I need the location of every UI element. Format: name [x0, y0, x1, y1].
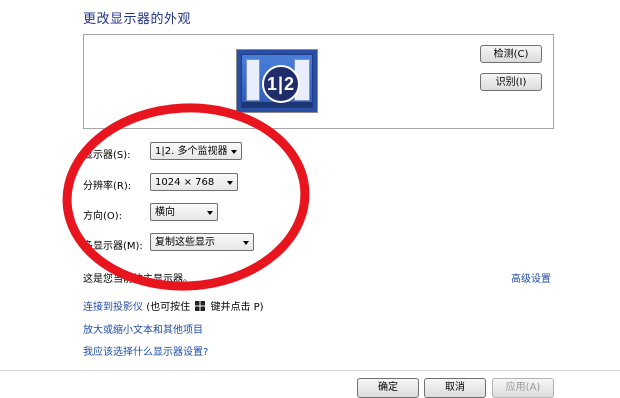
ok-button[interactable]: 确定	[357, 378, 419, 398]
identify-button[interactable]: 识别(I)	[480, 73, 542, 91]
orientation-select[interactable]: 横向	[150, 203, 218, 221]
main-display-status: 这是您当前的主显示器。	[83, 274, 193, 285]
windows-logo-icon	[195, 301, 206, 311]
monitor-screen: 1|2	[241, 54, 313, 108]
which-settings-link[interactable]: 我应该选择什么显示器设置?	[83, 343, 208, 358]
footer-divider	[0, 370, 620, 371]
dropdown-arrow-icon	[207, 211, 213, 215]
display-select-value: 1|2. 多个监视器	[155, 146, 228, 157]
projector-hint-end: 键并点击 P)	[210, 302, 264, 313]
resolution-select-value: 1024 × 768	[155, 177, 215, 188]
dropdown-arrow-icon	[227, 181, 233, 185]
detect-button[interactable]: 检测(C)	[480, 45, 542, 63]
dropdown-arrow-icon	[231, 150, 237, 154]
resolution-label: 分辨率(R):	[83, 181, 132, 192]
advanced-settings-link[interactable]: 高级设置	[511, 270, 551, 285]
dropdown-arrow-icon	[243, 241, 249, 245]
apply-button[interactable]: 应用(A)	[492, 378, 554, 398]
connect-projector-link[interactable]: 连接到投影仪	[83, 302, 143, 313]
multiple-displays-label: 多显示器(M):	[83, 241, 143, 252]
window-shape	[246, 59, 260, 101]
display-label: 显示器(S):	[83, 150, 131, 161]
monitor-thumbnail[interactable]: 1|2	[236, 49, 318, 113]
cancel-button[interactable]: 取消	[424, 378, 486, 398]
resolution-select[interactable]: 1024 × 768	[150, 173, 238, 191]
projector-hint-start: (也可按住	[146, 302, 191, 313]
display-select[interactable]: 1|2. 多个监视器	[150, 142, 242, 160]
text-size-link[interactable]: 放大或缩小文本和其他项目	[83, 321, 203, 336]
multiple-displays-select[interactable]: 复制这些显示	[150, 233, 254, 251]
orientation-label: 方向(O):	[83, 211, 123, 222]
projector-line: 连接到投影仪 (也可按住 键并点击 P)	[83, 298, 264, 313]
multiple-displays-select-value: 复制这些显示	[155, 237, 215, 248]
orientation-select-value: 横向	[155, 207, 175, 218]
page-title: 更改显示器的外观	[83, 12, 192, 27]
monitor-preview-panel: 1|2 检测(C) 识别(I)	[83, 34, 554, 129]
monitor-number-badge: 1|2	[262, 65, 300, 103]
